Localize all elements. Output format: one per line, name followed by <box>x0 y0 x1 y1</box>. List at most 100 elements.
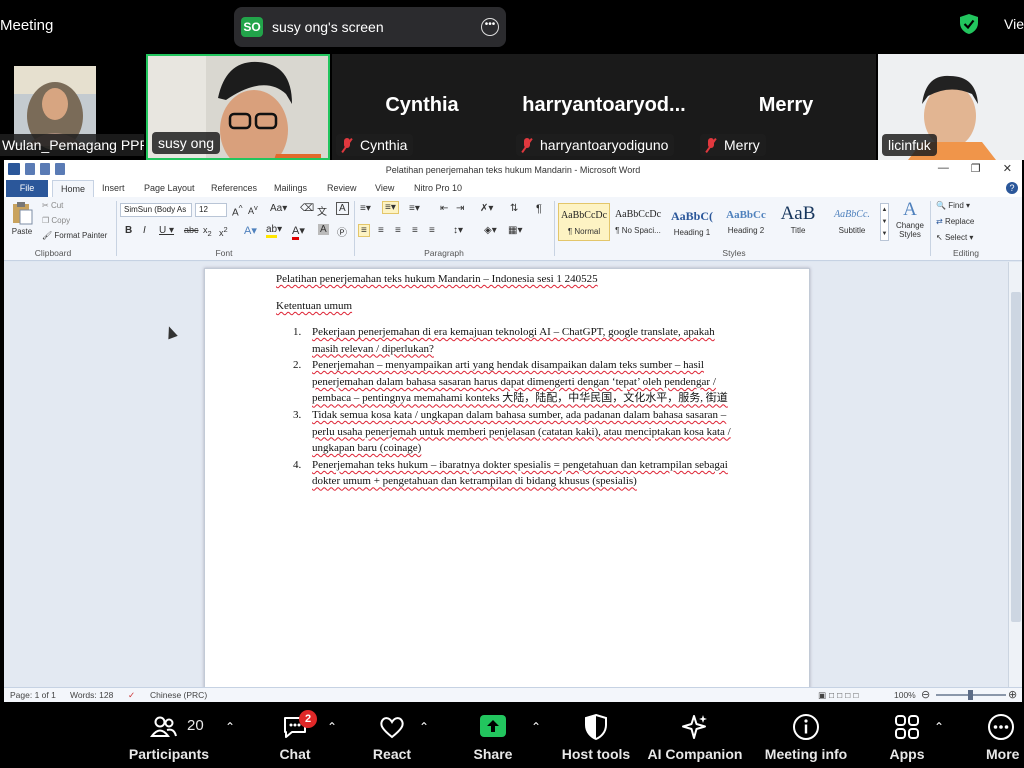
help-icon[interactable]: ? <box>1006 182 1018 194</box>
paste-button[interactable]: Paste <box>10 201 34 236</box>
participant-tile-cynthia[interactable]: Cynthia Cynthia <box>332 54 512 160</box>
more-options-icon[interactable]: ••• <box>481 18 499 36</box>
strikethrough-button[interactable]: abc <box>184 225 199 235</box>
phonetic-guide-button[interactable]: 文 <box>317 203 327 218</box>
sort-button[interactable]: ⇅ <box>510 203 518 214</box>
style-title[interactable]: AaB Title <box>772 203 824 241</box>
style-normal[interactable]: AaBbCcDc ¶ Normal <box>558 203 610 241</box>
react-button[interactable]: React <box>358 702 426 768</box>
clear-formatting-button[interactable]: ⌫ <box>300 203 314 214</box>
format-painter-button[interactable]: 🖌 Format Painter <box>42 231 107 240</box>
justify-button[interactable]: ≡ <box>412 225 418 236</box>
screen-share-indicator[interactable]: SO susy ong's screen ••• <box>234 7 506 47</box>
underline-button[interactable]: U ▾ <box>159 225 174 236</box>
react-options-caret[interactable]: ⌃ <box>419 720 429 734</box>
bullets-button[interactable]: ≡▾ <box>360 203 371 214</box>
borders-button[interactable]: ▦▾ <box>508 225 522 236</box>
minimize-icon[interactable]: — <box>938 162 949 175</box>
italic-button[interactable]: I <box>143 225 146 236</box>
copy-button[interactable]: ❐ Copy <box>42 216 70 225</box>
apps-options-caret[interactable]: ⌃ <box>934 720 944 734</box>
distributed-button[interactable]: ≡ <box>429 225 435 236</box>
zoom-out-icon[interactable]: ⊖ <box>921 688 930 701</box>
style-no-spacing[interactable]: AaBbCcDc ¶ No Spaci... <box>612 203 664 241</box>
show-hide-marks-button[interactable]: ¶ <box>536 203 542 215</box>
style-heading-2[interactable]: AaBbCc Heading 2 <box>720 203 772 241</box>
close-icon[interactable]: ✕ <box>1003 162 1012 175</box>
participant-tile-licinfuk[interactable]: licinfuk <box>878 54 1024 160</box>
character-shading-button[interactable]: A <box>318 224 329 235</box>
enclose-characters-button[interactable]: Ⓟ <box>337 224 347 239</box>
language-indicator[interactable]: Chinese (PRC) <box>150 690 207 700</box>
font-size-select[interactable]: 12 <box>195 203 227 217</box>
zoom-in-icon[interactable]: ⊕ <box>1008 688 1017 701</box>
text-effects-button[interactable]: A▾ <box>244 224 257 237</box>
find-button[interactable]: 🔍 Find ▾ <box>936 201 970 210</box>
grow-font-button[interactable]: A^ <box>232 203 243 218</box>
shading-button[interactable]: ◈▾ <box>484 225 497 236</box>
apps-button[interactable]: Apps <box>874 702 940 768</box>
tab-references[interactable]: References <box>211 183 257 193</box>
word-count[interactable]: Words: 128 <box>70 690 113 700</box>
increase-indent-button[interactable]: ⇥ <box>456 203 464 214</box>
change-case-button[interactable]: Aa▾ <box>270 203 287 214</box>
styles-scroll[interactable]: ▲ ▼ ▼ <box>880 203 889 241</box>
more-button[interactable]: More <box>978 702 1024 768</box>
zoom-level[interactable]: 100% <box>894 690 916 700</box>
participant-tile-wulan[interactable]: Wulan_Pemagang PPP <box>0 54 144 160</box>
line-spacing-button[interactable]: ↕▾ <box>453 225 463 236</box>
participant-tile-harryantoaryodiguno[interactable]: harryantoaryod... harryantoaryodiguno <box>512 54 696 160</box>
document-page[interactable]: Pelatihan penerjemahan teks hukum Mandar… <box>204 268 810 698</box>
cut-button[interactable]: ✂ Cut <box>42 201 63 210</box>
zoom-slider-knob[interactable] <box>968 690 973 700</box>
restore-icon[interactable]: ❐ <box>971 162 981 175</box>
bold-button[interactable]: B <box>125 225 132 236</box>
ai-companion-button[interactable]: AI Companion <box>645 702 745 768</box>
tab-view[interactable]: View <box>375 183 394 193</box>
replace-button[interactable]: ⇄ Replace <box>936 217 974 226</box>
highlight-button[interactable]: ab▾ <box>266 224 282 238</box>
tab-nitro-pro[interactable]: Nitro Pro 10 <box>414 183 462 193</box>
view-modes[interactable]: ▣□□□□ <box>818 690 862 701</box>
style-subtitle[interactable]: AaBbCc. Subtitle <box>826 203 878 241</box>
align-center-button[interactable]: ≡ <box>378 225 384 236</box>
zoom-slider[interactable] <box>936 690 1006 700</box>
multilevel-list-button[interactable]: ≡▾ <box>409 203 420 214</box>
subscript-button[interactable]: x2 <box>203 225 212 238</box>
style-heading-1[interactable]: AaBbC(Heading 1 <box>666 203 718 241</box>
participants-button[interactable]: 20 Participants <box>124 702 214 768</box>
tab-home[interactable]: Home <box>52 180 94 198</box>
security-shield-icon[interactable] <box>959 13 979 35</box>
select-button[interactable]: ↖ Select ▾ <box>936 233 973 242</box>
tab-review[interactable]: Review <box>327 183 357 193</box>
host-tools-button[interactable]: Host tools <box>556 702 636 768</box>
tab-file[interactable]: File <box>6 180 48 197</box>
tab-insert[interactable]: Insert <box>102 183 125 193</box>
document-area[interactable]: Pelatihan penerjemahan teks hukum Mandar… <box>4 262 1022 698</box>
view-button[interactable]: View <box>1004 16 1024 32</box>
align-right-button[interactable]: ≡ <box>395 225 401 236</box>
font-color-button[interactable]: A▾ <box>292 224 305 240</box>
share-options-caret[interactable]: ⌃ <box>531 720 541 734</box>
asian-layout-button[interactable]: ✗▾ <box>480 203 493 214</box>
shrink-font-button[interactable]: Av <box>248 203 258 216</box>
align-left-button[interactable]: ≡ <box>358 224 370 237</box>
chat-options-caret[interactable]: ⌃ <box>327 720 337 734</box>
participants-options-caret[interactable]: ⌃ <box>225 720 235 734</box>
page-count[interactable]: Page: 1 of 1 <box>10 690 56 700</box>
scrollbar-thumb[interactable] <box>1011 292 1021 622</box>
chat-button[interactable]: 2 Chat <box>260 702 330 768</box>
meeting-info-button[interactable]: Meeting info <box>758 702 854 768</box>
tab-page-layout[interactable]: Page Layout <box>144 183 195 193</box>
font-name-select[interactable]: SimSun (Body As <box>120 203 192 217</box>
share-button[interactable]: Share <box>458 702 528 768</box>
character-border-button[interactable]: A <box>336 202 349 215</box>
change-styles-button[interactable]: A Change Styles <box>892 199 928 239</box>
vertical-scrollbar[interactable] <box>1008 262 1022 687</box>
tab-mailings[interactable]: Mailings <box>274 183 307 193</box>
participant-tile-merry[interactable]: Merry Merry <box>696 54 876 160</box>
superscript-button[interactable]: x2 <box>219 225 228 238</box>
numbering-button[interactable]: ≡▾ <box>382 201 399 214</box>
decrease-indent-button[interactable]: ⇤ <box>440 203 448 214</box>
proofing-icon[interactable]: ✓ <box>128 690 135 701</box>
